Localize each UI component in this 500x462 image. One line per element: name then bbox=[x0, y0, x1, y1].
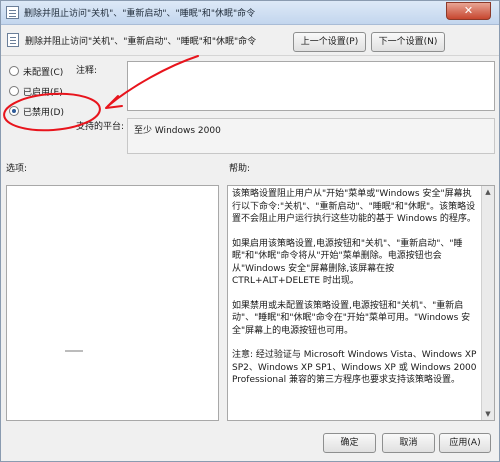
radio-not-configured[interactable]: 未配置(C) bbox=[9, 64, 63, 78]
help-scrollbar[interactable]: ▲ ▼ bbox=[481, 186, 494, 420]
radio-circle-selected[interactable] bbox=[9, 106, 19, 116]
close-button[interactable]: ✕ bbox=[446, 2, 491, 20]
policy-document-icon bbox=[6, 6, 19, 19]
scroll-down-icon[interactable]: ▼ bbox=[482, 408, 494, 420]
close-icon: ✕ bbox=[463, 4, 474, 17]
window-title: 删除并阻止访问"关机"、"重新启动"、"睡眠"和"休眠"命令 bbox=[24, 9, 256, 19]
radio-enabled[interactable]: 已启用(E) bbox=[9, 84, 63, 98]
radio-label: 未配置(C) bbox=[23, 67, 64, 78]
comment-textarea[interactable] bbox=[127, 61, 495, 111]
help-label: 帮助: bbox=[229, 164, 251, 174]
help-paragraph: 如果禁用或未配置该策略设置,电源按钮和"关机"、"重新启动"、"睡眠"和"休眠"… bbox=[232, 300, 471, 336]
supported-platform-value: 至少 Windows 2000 bbox=[134, 126, 221, 136]
radio-label: 已启用(E) bbox=[23, 87, 63, 98]
radio-circle[interactable] bbox=[9, 86, 19, 96]
ok-button[interactable]: 确定 bbox=[323, 433, 376, 453]
help-pane[interactable]: 该策略设置阻止用户从"开始"菜单或"Windows 安全"屏幕执行以下命令:"关… bbox=[227, 185, 495, 421]
cancel-button[interactable]: 取消 bbox=[382, 433, 435, 453]
policy-setting-icon bbox=[7, 33, 19, 47]
radio-disabled[interactable]: 已禁用(D) bbox=[9, 104, 64, 118]
help-paragraph: 注意: 经过验证与 Microsoft Windows Vista、Window… bbox=[232, 350, 477, 385]
supported-platform-field: 至少 Windows 2000 bbox=[127, 118, 495, 154]
previous-setting-button[interactable]: 上一个设置(P) bbox=[293, 32, 366, 52]
next-setting-button[interactable]: 下一个设置(N) bbox=[371, 32, 445, 52]
policy-dialog-window: 删除并阻止访问"关机"、"重新启动"、"睡眠"和"休眠"命令 ✕ 删除并阻止访问… bbox=[0, 0, 500, 462]
apply-button[interactable]: 应用(A) bbox=[439, 433, 491, 453]
radio-circle[interactable] bbox=[9, 66, 19, 76]
options-placeholder-mark bbox=[65, 350, 83, 352]
supported-platform-label: 支持的平台: bbox=[76, 122, 125, 132]
radio-label: 已禁用(D) bbox=[23, 107, 64, 118]
help-paragraph: 如果启用该策略设置,电源按钮和"关机"、"重新启动"、"睡眠"和"休眠"命令将从… bbox=[232, 238, 463, 287]
scroll-up-icon[interactable]: ▲ bbox=[482, 186, 494, 198]
comment-label: 注释: bbox=[76, 66, 98, 76]
title-bar[interactable]: 删除并阻止访问"关机"、"重新启动"、"睡眠"和"休眠"命令 ✕ bbox=[1, 1, 499, 25]
options-pane bbox=[6, 185, 219, 421]
help-paragraph: 该策略设置阻止用户从"开始"菜单或"Windows 安全"屏幕执行以下命令:"关… bbox=[232, 189, 476, 224]
options-label: 选项: bbox=[6, 164, 28, 174]
header-divider bbox=[1, 55, 499, 56]
help-text: 该策略设置阻止用户从"开始"菜单或"Windows 安全"屏幕执行以下命令:"关… bbox=[232, 188, 480, 418]
policy-name: 删除并阻止访问"关机"、"重新启动"、"睡眠"和"休眠"命令 bbox=[25, 37, 257, 47]
